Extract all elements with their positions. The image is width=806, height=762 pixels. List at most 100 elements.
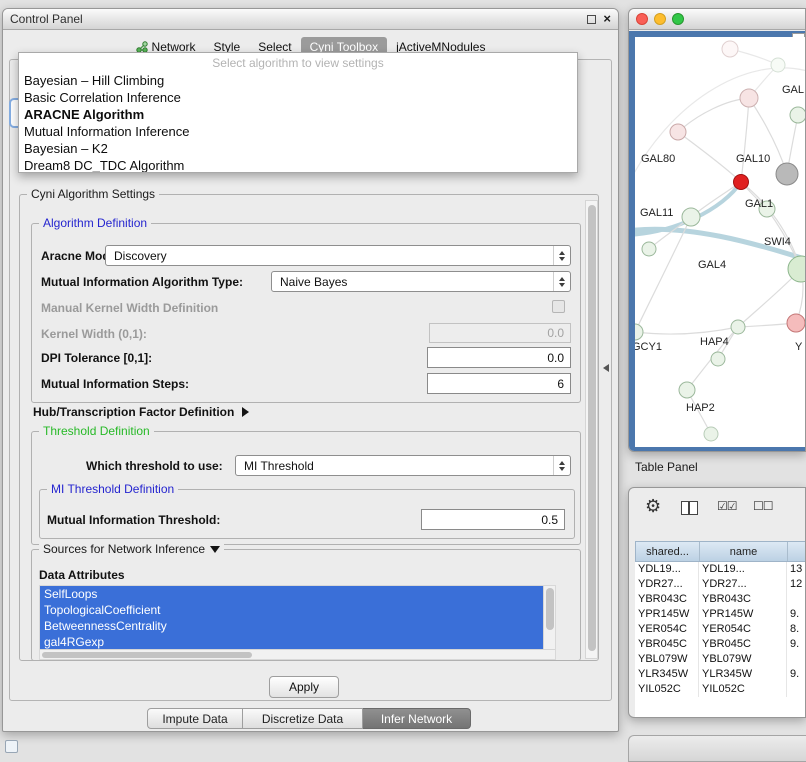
network-node[interactable] bbox=[679, 382, 695, 398]
threshold-definition-title: Threshold Definition bbox=[43, 424, 150, 438]
cell-value bbox=[787, 682, 806, 697]
hub-tf-section-label: Hub/Transcription Factor Definition bbox=[33, 405, 234, 419]
table-row[interactable]: YIL052C YIL052C bbox=[635, 682, 806, 697]
algorithm-definition-title: Algorithm Definition bbox=[43, 216, 147, 230]
dropdown-item[interactable]: Mutual Information Inference bbox=[19, 123, 577, 140]
cell-shared-name: YBR043C bbox=[635, 592, 699, 607]
network-node-gal10[interactable] bbox=[734, 175, 749, 190]
network-node[interactable] bbox=[790, 107, 806, 123]
tab-infer-network[interactable]: Infer Network bbox=[363, 708, 471, 729]
cell-name: YIL052C bbox=[699, 682, 787, 697]
tab-discretize-data[interactable]: Discretize Data bbox=[243, 708, 363, 729]
which-threshold-value: MI Threshold bbox=[244, 459, 314, 473]
cell-value: 8. bbox=[787, 622, 806, 637]
cyni-algorithm-settings-title: Cyni Algorithm Settings bbox=[31, 187, 155, 201]
mac-close-button[interactable] bbox=[636, 13, 648, 25]
cell-name: YLR345W bbox=[699, 667, 787, 682]
node-label: HAP2 bbox=[686, 402, 715, 414]
dropdown-item[interactable]: Bayesian – Hill Climbing bbox=[19, 72, 577, 89]
table-row[interactable]: YER054C YER054C 8. bbox=[635, 622, 806, 637]
network-node[interactable] bbox=[731, 320, 745, 334]
table-panel-caption: Table Panel bbox=[635, 460, 698, 474]
cell-value bbox=[787, 652, 806, 667]
dpi-tolerance-field[interactable]: 0.0 bbox=[427, 347, 571, 368]
cell-value: 12 bbox=[787, 577, 806, 592]
list-item[interactable]: gal4RGexp bbox=[40, 634, 544, 650]
network-node[interactable] bbox=[776, 163, 798, 185]
network-node[interactable] bbox=[788, 256, 806, 282]
sources-section-toggle[interactable]: Sources for Network Inference bbox=[39, 542, 224, 556]
aracne-mode-value: Discovery bbox=[114, 249, 167, 263]
expanded-arrow-icon bbox=[210, 546, 220, 553]
list-item[interactable]: SelfLoops bbox=[40, 586, 544, 602]
dropdown-item[interactable]: Dream8 DC_TDC Algorithm bbox=[19, 157, 577, 173]
dropdown-placeholder: Select algorithm to view settings bbox=[19, 55, 577, 72]
hub-tf-section-toggle[interactable]: Hub/Transcription Factor Definition bbox=[33, 405, 249, 419]
network-node[interactable] bbox=[722, 41, 738, 57]
dropdown-item[interactable]: Basic Correlation Inference bbox=[19, 89, 577, 106]
network-node[interactable] bbox=[635, 324, 643, 340]
mi-threshold-field[interactable]: 0.5 bbox=[421, 509, 565, 530]
close-icon[interactable]: × bbox=[603, 14, 611, 24]
table-row[interactable]: YDL19... YDL19... 13 bbox=[635, 562, 806, 577]
network-node[interactable] bbox=[711, 352, 725, 366]
node-label: HAP4 bbox=[700, 336, 729, 348]
apply-button[interactable]: Apply bbox=[269, 676, 339, 698]
mi-threshold-label: Mutual Information Threshold: bbox=[47, 513, 220, 527]
network-node[interactable] bbox=[642, 242, 656, 256]
control-panel-title: Control Panel bbox=[10, 12, 83, 26]
list-horizontal-scrollbar[interactable] bbox=[40, 649, 556, 659]
deselect-all-columns-icon[interactable]: ☐☐ bbox=[753, 499, 773, 513]
mi-threshold-group-title: MI Threshold Definition bbox=[51, 482, 174, 496]
which-threshold-label: Which threshold to use: bbox=[86, 459, 223, 473]
gear-icon[interactable]: ⚙ bbox=[645, 496, 661, 517]
network-canvas[interactable]: GAL80 GAL10 GAL11 GAL1 SWI4 GAL4 GCY1 HA… bbox=[635, 37, 806, 447]
splitter-collapse-arrow[interactable] bbox=[603, 364, 609, 372]
collapsed-arrow-icon bbox=[242, 407, 249, 417]
kernel-width-field: 0.0 bbox=[429, 323, 571, 343]
tab-impute-data[interactable]: Impute Data bbox=[147, 708, 243, 729]
cell-name: YPR145W bbox=[699, 607, 787, 622]
cell-name: YDL19... bbox=[699, 562, 787, 577]
dropdown-item[interactable]: Bayesian – K2 bbox=[19, 140, 577, 157]
network-node[interactable] bbox=[670, 124, 686, 140]
network-node[interactable] bbox=[682, 208, 700, 226]
table-row[interactable]: YDR27... YDR27... 12 bbox=[635, 577, 806, 592]
dpi-tolerance-label: DPI Tolerance [0,1]: bbox=[41, 351, 152, 365]
mi-type-value: Naive Bayes bbox=[280, 275, 347, 289]
float-window-icon[interactable] bbox=[587, 15, 596, 24]
network-node[interactable] bbox=[740, 89, 758, 107]
dropdown-item-selected[interactable]: ARACNE Algorithm bbox=[19, 106, 577, 123]
mac-minimize-button[interactable] bbox=[654, 13, 666, 25]
table-row[interactable]: YBR045C YBR045C 9. bbox=[635, 637, 806, 652]
list-item[interactable]: TopologicalCoefficient bbox=[40, 602, 544, 618]
cell-value: 9. bbox=[787, 667, 806, 682]
select-all-columns-icon[interactable]: ☑☑ bbox=[717, 499, 737, 513]
column-header-name[interactable]: name bbox=[700, 542, 788, 561]
mi-type-select[interactable]: Naive Bayes bbox=[271, 271, 571, 292]
list-vertical-scrollbar[interactable] bbox=[543, 586, 555, 650]
column-header-shared-name[interactable]: shared... bbox=[636, 542, 700, 561]
node-label: Y bbox=[795, 341, 803, 353]
table-row[interactable]: YPR145W YPR145W 9. bbox=[635, 607, 806, 622]
cell-value bbox=[787, 592, 806, 607]
aracne-mode-select[interactable]: Discovery bbox=[105, 245, 571, 266]
table-row[interactable]: YBL079W YBL079W bbox=[635, 652, 806, 667]
network-node[interactable] bbox=[771, 58, 785, 72]
network-node[interactable] bbox=[787, 314, 805, 332]
cell-name: YER054C bbox=[699, 622, 787, 637]
list-item[interactable]: BetweennessCentrality bbox=[40, 618, 544, 634]
mac-zoom-button[interactable] bbox=[672, 13, 684, 25]
table-row[interactable]: YLR345W YLR345W 9. bbox=[635, 667, 806, 682]
mi-steps-field[interactable]: 6 bbox=[427, 373, 571, 394]
table-row[interactable]: YBR043C YBR043C bbox=[635, 592, 806, 607]
column-header-clipped[interactable] bbox=[788, 542, 806, 561]
mi-type-label: Mutual Information Algorithm Type: bbox=[41, 275, 243, 289]
cell-value: 9. bbox=[787, 637, 806, 652]
minimized-panel-button[interactable] bbox=[5, 740, 18, 753]
columns-icon[interactable] bbox=[681, 501, 698, 515]
which-threshold-select[interactable]: MI Threshold bbox=[235, 455, 571, 476]
network-node[interactable] bbox=[704, 427, 718, 441]
settings-scrollbar[interactable] bbox=[585, 200, 598, 659]
manual-kernel-label: Manual Kernel Width Definition bbox=[41, 301, 218, 315]
